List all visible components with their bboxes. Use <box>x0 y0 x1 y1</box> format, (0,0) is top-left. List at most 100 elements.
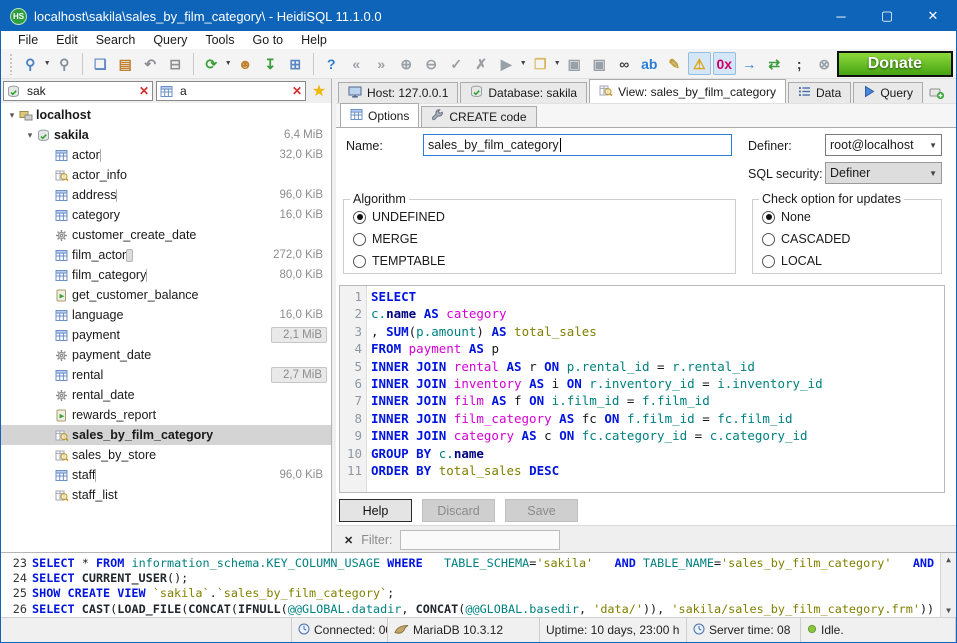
bind-params-icon[interactable]: ⇄ <box>763 52 786 75</box>
chevron-down-icon[interactable]: ▼ <box>553 52 562 75</box>
tree-item-actor[interactable]: actor32,0 KiB <box>1 145 331 165</box>
maximize-button[interactable]: ▢ <box>864 1 910 31</box>
last-row-icon[interactable]: » <box>370 52 393 75</box>
tree-item-sales_by_store[interactable]: sales_by_store <box>1 445 331 465</box>
minimize-button[interactable]: ─ <box>818 1 864 31</box>
menu-edit[interactable]: Edit <box>47 33 87 47</box>
log-scrollbar[interactable]: ▲ ▼ <box>940 553 956 617</box>
subtab-options[interactable]: Options <box>340 103 419 127</box>
first-row-icon[interactable]: « <box>345 52 368 75</box>
discard-button[interactable]: Discard <box>422 499 495 522</box>
paste-icon[interactable]: ▤ <box>114 52 137 75</box>
clear-database-filter-icon[interactable]: ✕ <box>139 84 149 98</box>
definer-combobox[interactable]: root@localhost▼ <box>825 134 942 156</box>
menu-search[interactable]: Search <box>87 33 145 47</box>
view-sql-editor[interactable]: 1234567891011 SELECTc.name AS category, … <box>339 285 945 493</box>
tree-item-sakila[interactable]: ▾sakila6,4 MiB <box>1 125 331 145</box>
replace-icon[interactable]: ab <box>638 52 661 75</box>
chevron-down-icon[interactable]: ▼ <box>519 52 528 75</box>
radio-button[interactable] <box>353 211 366 224</box>
tree-item-localhost[interactable]: ▾localhost <box>1 105 331 125</box>
tree-item-rental[interactable]: rental2,7 MiB <box>1 365 331 385</box>
chevron-down-icon[interactable]: ▼ <box>224 52 233 75</box>
indent-icon[interactable]: → <box>738 52 761 75</box>
new-query-tab-icon[interactable] <box>929 86 945 100</box>
table-filter-input[interactable]: a <box>180 84 289 98</box>
tree-item-address[interactable]: address96,0 KiB <box>1 185 331 205</box>
copy-icon[interactable]: ❏ <box>89 52 112 75</box>
tree-item-film_actor[interactable]: film_actor272,0 KiB <box>1 245 331 265</box>
close-filter-icon[interactable]: ✕ <box>344 534 353 547</box>
save-button[interactable]: Save <box>505 499 578 522</box>
stop-icon[interactable]: ⊗ <box>813 52 836 75</box>
favorites-star-icon[interactable]: ★ <box>309 81 329 101</box>
tree-item-sales_by_film_category[interactable]: sales_by_film_category <box>1 425 331 445</box>
tree-item-actor_info[interactable]: actor_info <box>1 165 331 185</box>
filter-input[interactable] <box>400 530 560 550</box>
menu-go-to[interactable]: Go to <box>244 33 293 47</box>
tree-item-payment[interactable]: payment2,1 MiB <box>1 325 331 345</box>
expand-arrow-icon[interactable]: ▾ <box>23 130 37 141</box>
algorithm-option-undefined[interactable]: UNDEFINED <box>344 206 735 228</box>
chevron-down-icon[interactable]: ▼ <box>43 52 52 75</box>
tree-item-film_category[interactable]: film_category80,0 KiB <box>1 265 331 285</box>
sql-log-panel[interactable]: 23SELECT * FROM information_schema.KEY_C… <box>1 552 956 617</box>
tab-data[interactable]: Data <box>788 82 851 103</box>
tree-item-customer_create_date[interactable]: customer_create_date <box>1 225 331 245</box>
tab-view[interactable]: View: sales_by_film_category <box>589 79 786 103</box>
menu-query[interactable]: Query <box>144 33 196 47</box>
radio-button[interactable] <box>762 255 775 268</box>
tree-item-category[interactable]: category16,0 KiB <box>1 205 331 225</box>
tree-item-staff_list[interactable]: staff_list <box>1 485 331 505</box>
radio-button[interactable] <box>353 255 366 268</box>
donate-button[interactable]: Donate <box>837 51 953 77</box>
tree-item-staff[interactable]: staff96,0 KiB <box>1 465 331 485</box>
radio-button[interactable] <box>762 233 775 246</box>
insert-row-icon[interactable]: ⊕ <box>395 52 418 75</box>
help-icon[interactable]: ? <box>320 52 343 75</box>
subtab-create-code[interactable]: CREATE code <box>421 106 536 127</box>
tree-item-rental_date[interactable]: rental_date <box>1 385 331 405</box>
algorithm-option-merge[interactable]: MERGE <box>344 228 735 250</box>
tree-item-language[interactable]: language16,0 KiB <box>1 305 331 325</box>
database-filter-input[interactable]: sak <box>27 84 136 98</box>
menu-tools[interactable]: Tools <box>196 33 243 47</box>
database-filter[interactable]: sak ✕ <box>3 81 153 101</box>
scroll-up-icon[interactable]: ▲ <box>946 555 951 564</box>
disconnect-icon[interactable]: ⚲ <box>53 52 76 75</box>
algorithm-option-temptable[interactable]: TEMPTABLE <box>344 250 735 272</box>
check-option-option-cascaded[interactable]: CASCADED <box>753 228 941 250</box>
tree-item-payment_date[interactable]: payment_date <box>1 345 331 365</box>
blob-as-text-icon[interactable]: ⚠ <box>688 52 711 75</box>
tab-query[interactable]: Query <box>853 82 923 103</box>
check-option-option-local[interactable]: LOCAL <box>753 250 941 272</box>
delimiter-icon[interactable]: ; <box>788 52 811 75</box>
clear-table-filter-icon[interactable]: ✕ <box>292 84 302 98</box>
cancel-editing-icon[interactable]: ✗ <box>470 52 493 75</box>
radio-button[interactable] <box>353 233 366 246</box>
menu-help[interactable]: Help <box>292 33 336 47</box>
tree-item-rewards_report[interactable]: rewards_report <box>1 405 331 425</box>
save-sql-icon[interactable]: ▣ <box>563 52 586 75</box>
menu-file[interactable]: File <box>9 33 47 47</box>
expand-arrow-icon[interactable]: ▾ <box>5 110 19 121</box>
refresh-icon[interactable]: ⟳ <box>200 52 223 75</box>
check-option-option-none[interactable]: None <box>753 206 941 228</box>
post-changes-icon[interactable]: ✓ <box>445 52 468 75</box>
tree-item-get_customer_balance[interactable]: get_customer_balance <box>1 285 331 305</box>
print-icon[interactable]: ⊟ <box>164 52 187 75</box>
save-sql-as-icon[interactable]: ▣ <box>588 52 611 75</box>
tab-host[interactable]: Host: 127.0.0.1 <box>338 82 458 103</box>
close-button[interactable]: ✕ <box>910 1 956 31</box>
find-icon[interactable]: ∞ <box>613 52 636 75</box>
save-settings-icon[interactable]: ⊞ <box>284 52 307 75</box>
hex-view-icon[interactable]: 0x <box>713 52 736 75</box>
sql-code[interactable]: SELECTc.name AS category, SUM(p.amount) … <box>367 286 944 492</box>
execute-sql-icon[interactable]: ▶ <box>495 52 518 75</box>
delete-row-icon[interactable]: ⊖ <box>420 52 443 75</box>
reformat-sql-icon[interactable]: ✎ <box>663 52 686 75</box>
sql-security-combobox[interactable]: Definer▼ <box>825 162 942 184</box>
undo-icon[interactable]: ↶ <box>139 52 162 75</box>
export-database-icon[interactable]: ↧ <box>259 52 282 75</box>
help-button[interactable]: Help <box>339 499 412 522</box>
